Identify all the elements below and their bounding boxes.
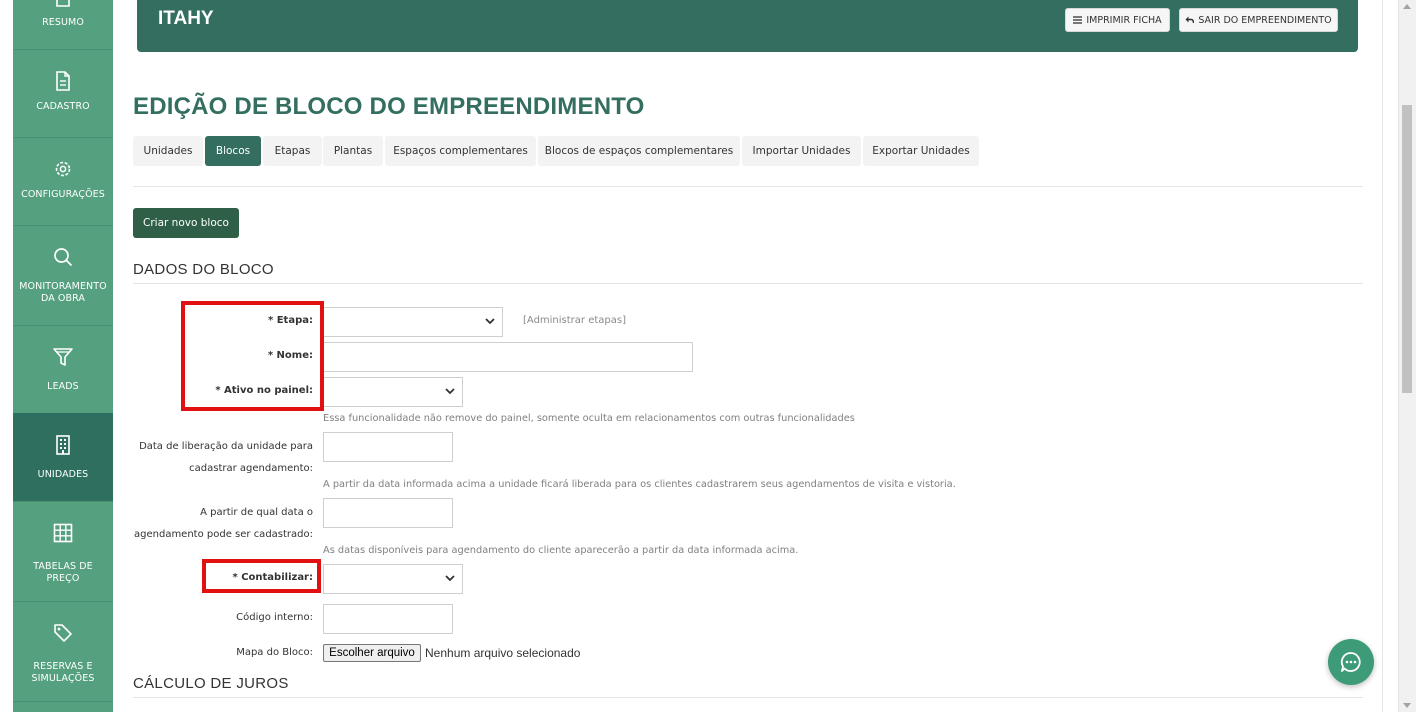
chevron-down-icon — [445, 388, 455, 395]
nome-input[interactable] — [323, 342, 693, 372]
chevron-down-icon — [485, 318, 495, 325]
sidebar-item-label: CONFIGURAÇÕES — [21, 189, 105, 200]
liberacao-help-text: A partir da data informada acima a unida… — [323, 479, 956, 490]
sidebar-item-label: MONITORAMENTO DA OBRA — [19, 281, 107, 304]
chat-bubble-icon — [1340, 652, 1361, 672]
scroll-up-icon[interactable] — [1403, 4, 1411, 9]
sidebar-item-resumo[interactable]: RESUMO — [13, 0, 113, 50]
scrollbar-thumb[interactable] — [1402, 105, 1412, 393]
sidebar-item-cadastro[interactable]: CADASTRO — [13, 49, 113, 138]
sidebar-item-tabelas-de-preco[interactable]: TABELAS DE PREÇO — [13, 501, 113, 602]
highlight-box-required-fields — [181, 301, 324, 411]
left-gutter — [0, 0, 13, 712]
tab-plantas[interactable]: Plantas — [323, 136, 383, 166]
sidebar-item-leads[interactable]: LEADS — [13, 325, 113, 414]
file-status: Nenhum arquivo selecionado — [425, 646, 581, 660]
etapa-select[interactable] — [323, 307, 503, 337]
list-icon — [1073, 16, 1083, 24]
agendamento-help-text: As datas disponíveis para agendamento do… — [323, 545, 799, 556]
header-bar — [137, 0, 1358, 52]
ativo-select[interactable] — [323, 377, 463, 407]
page-title: EDIÇÃO DE BLOCO DO EMPREENDIMENTO — [133, 93, 645, 120]
contabilizar-select[interactable] — [323, 564, 463, 594]
building-icon — [56, 435, 70, 455]
liberacao-label: Data de liberação da unidade para cadast… — [139, 441, 313, 474]
section-title-dados-do-bloco: DADOS DO BLOCO — [133, 261, 274, 278]
divider — [133, 697, 1363, 698]
sidebar-item-label: TABELAS DE PREÇO — [33, 561, 93, 584]
sidebar-item-label: LEADS — [47, 381, 79, 392]
page-edge — [1382, 0, 1383, 712]
exit-project-button[interactable]: SAIR DO EMPREENDIMENTO — [1179, 8, 1338, 32]
sidebar: RESUMO CADASTRO CONFIGURAÇÕES MONITORAME… — [13, 0, 113, 712]
sidebar-item-monitoramento[interactable]: MONITORAMENTO DA OBRA — [13, 225, 113, 326]
reply-icon — [1185, 16, 1195, 24]
highlight-box-contabilizar — [202, 559, 321, 593]
gear-icon — [55, 161, 71, 177]
print-button[interactable]: IMPRIMIR FICHA — [1065, 8, 1170, 32]
mapa-label: Mapa do Bloco: — [236, 647, 313, 658]
agendamento-date-input[interactable] — [323, 498, 453, 528]
tab-blocos[interactable]: Blocos — [205, 136, 261, 166]
create-block-button[interactable]: Criar novo bloco — [133, 208, 239, 238]
sidebar-item-reservas[interactable]: RESERVAS E SIMULAÇÕES — [13, 601, 113, 702]
choose-file-button[interactable]: Escolher arquivo — [323, 644, 421, 662]
funnel-icon — [53, 348, 73, 366]
chevron-down-icon — [445, 575, 455, 582]
liberacao-date-input[interactable] — [323, 432, 453, 462]
sidebar-item-label: RESUMO — [42, 17, 84, 28]
sidebar-item-label: CADASTRO — [36, 101, 90, 112]
tab-etapas[interactable]: Etapas — [263, 136, 322, 166]
document-icon — [56, 71, 70, 91]
tab-unidades[interactable]: Unidades — [133, 136, 203, 166]
home-icon — [56, 0, 70, 7]
sidebar-item-label: RESERVAS E SIMULAÇÕES — [31, 661, 95, 684]
sidebar-item-label: UNIDADES — [37, 469, 89, 480]
project-title: ITAHY — [158, 8, 214, 29]
sidebar-item-unidades[interactable]: UNIDADES — [13, 413, 113, 502]
ativo-help-text: Essa funcionalidade não remove do painel… — [323, 413, 855, 424]
admin-etapas-link[interactable]: [Administrar etapas] — [523, 315, 626, 326]
search-icon — [54, 248, 73, 267]
tab-espacos-complementares[interactable]: Espaços complementares — [385, 136, 536, 166]
tab-importar-unidades[interactable]: Importar Unidades — [742, 136, 861, 166]
divider — [133, 283, 1363, 284]
divider — [133, 186, 1363, 187]
tab-exportar-unidades[interactable]: Exportar Unidades — [863, 136, 979, 166]
codigo-input[interactable] — [323, 604, 453, 634]
print-button-label: IMPRIMIR FICHA — [1086, 14, 1162, 26]
tag-icon — [54, 624, 72, 642]
tab-blocos-espacos-complementares[interactable]: Blocos de espaços complementares — [538, 136, 740, 166]
agendamento-label: A partir de qual data o agendamento pode… — [134, 507, 313, 540]
scroll-down-icon[interactable] — [1403, 703, 1411, 708]
exit-button-label: SAIR DO EMPREENDIMENTO — [1198, 14, 1332, 26]
table-icon — [53, 523, 73, 543]
sidebar-item-configuracoes[interactable]: CONFIGURAÇÕES — [13, 137, 113, 226]
section-title-calculo-de-juros: CÁLCULO DE JUROS — [133, 675, 289, 692]
codigo-label: Código interno: — [236, 612, 313, 623]
chat-button[interactable] — [1328, 639, 1374, 685]
